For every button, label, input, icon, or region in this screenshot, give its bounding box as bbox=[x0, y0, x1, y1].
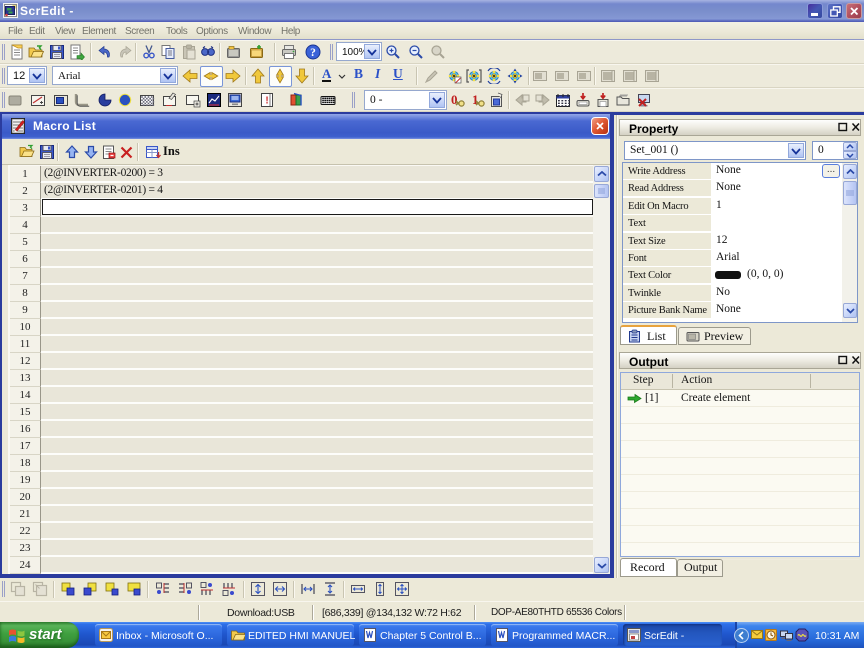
svg-text:1: 1 bbox=[472, 92, 479, 107]
svg-text:?: ? bbox=[310, 47, 316, 59]
svg-text:!: ! bbox=[265, 96, 268, 107]
